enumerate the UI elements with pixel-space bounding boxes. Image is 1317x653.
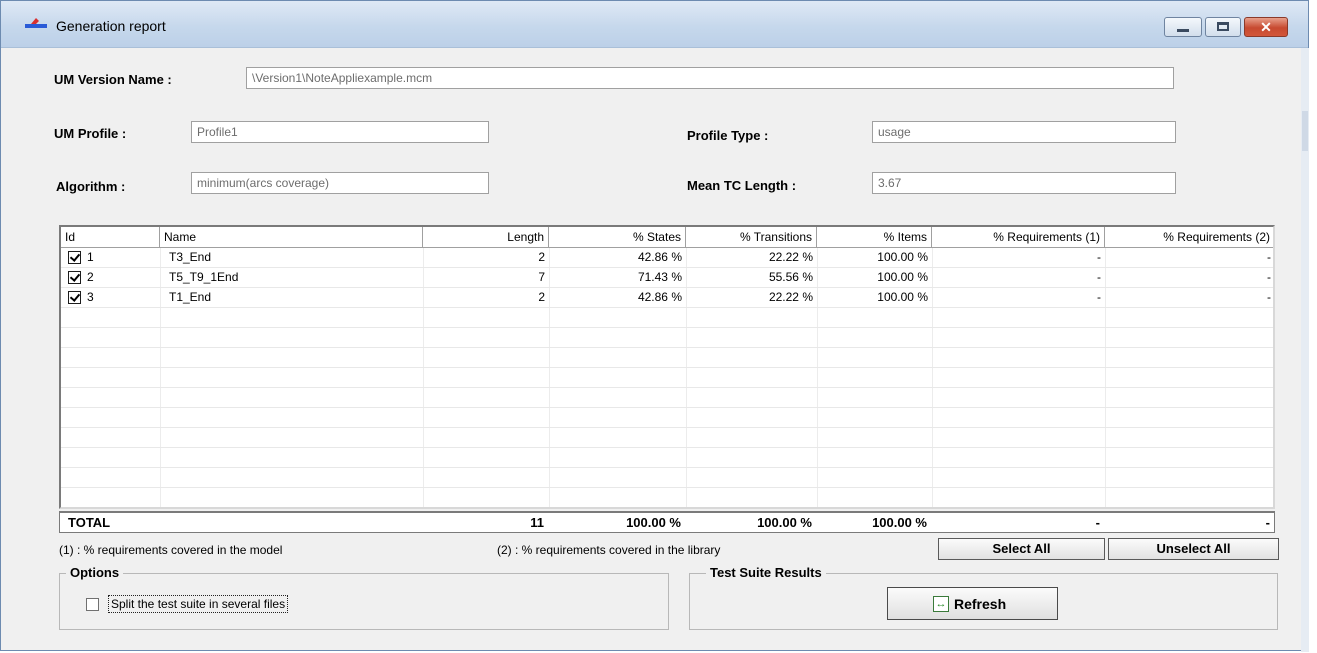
test-suite-results-title: Test Suite Results bbox=[706, 565, 826, 580]
cell-req2: - bbox=[1267, 290, 1271, 304]
empty-row bbox=[61, 308, 1273, 328]
mean-tc-length-label: Mean TC Length : bbox=[687, 178, 797, 193]
column-header-requirements-2[interactable]: % Requirements (2) bbox=[1105, 227, 1273, 248]
close-icon: ✕ bbox=[1260, 19, 1272, 35]
total-states: 100.00 % bbox=[626, 515, 681, 530]
total-transitions: 100.00 % bbox=[757, 515, 812, 530]
total-row: TOTAL 11 100.00 % 100.00 % 100.00 % - - bbox=[59, 511, 1275, 533]
test-cases-grid[interactable]: Id Name Length % States % Transitions % … bbox=[59, 225, 1275, 509]
cell-name: T5_T9_1End bbox=[169, 270, 239, 284]
cell-states: 42.86 % bbox=[637, 250, 682, 264]
maximize-button[interactable] bbox=[1205, 17, 1241, 37]
um-profile-field[interactable]: Profile1 bbox=[191, 121, 489, 143]
window-title: Generation report bbox=[56, 18, 166, 34]
total-items: 100.00 % bbox=[872, 515, 927, 530]
cell-transitions: 22.22 % bbox=[768, 290, 813, 304]
total-label: TOTAL bbox=[68, 515, 111, 530]
select-all-button[interactable]: Select All bbox=[938, 538, 1105, 560]
profile-type-field[interactable]: usage bbox=[872, 121, 1176, 143]
row-checkbox[interactable] bbox=[68, 271, 81, 284]
empty-row bbox=[61, 328, 1273, 348]
refresh-button[interactable]: ↔ Refresh bbox=[887, 587, 1058, 620]
table-row[interactable]: 1 T3_End 2 42.86 % 22.22 % 100.00 % - - bbox=[61, 248, 1273, 268]
column-header-name[interactable]: Name bbox=[160, 227, 423, 248]
cell-name: T3_End bbox=[169, 250, 212, 264]
generation-report-window: Generation report ✕ UM Version Name : \V… bbox=[0, 0, 1309, 652]
mean-tc-length-field[interactable]: 3.67 bbox=[872, 172, 1176, 194]
unselect-all-button[interactable]: Unselect All bbox=[1108, 538, 1279, 560]
empty-row bbox=[61, 368, 1273, 388]
column-header-states[interactable]: % States bbox=[549, 227, 686, 248]
cell-req2: - bbox=[1267, 250, 1271, 264]
refresh-label: Refresh bbox=[954, 596, 1007, 612]
empty-row bbox=[61, 448, 1273, 468]
cell-id: 1 bbox=[87, 250, 94, 264]
refresh-icon: ↔ bbox=[933, 596, 949, 612]
cell-id: 3 bbox=[87, 290, 94, 304]
cell-length: 2 bbox=[538, 250, 545, 264]
um-version-label: UM Version Name : bbox=[54, 72, 172, 87]
column-header-length[interactable]: Length bbox=[423, 227, 549, 248]
empty-row bbox=[61, 388, 1273, 408]
column-header-requirements-1[interactable]: % Requirements (1) bbox=[932, 227, 1105, 248]
empty-row bbox=[61, 348, 1273, 368]
req1-legend: (1) : % requirements covered in the mode… bbox=[59, 543, 283, 557]
algorithm-field[interactable]: minimum(arcs coverage) bbox=[191, 172, 489, 194]
cell-id: 2 bbox=[87, 270, 94, 284]
maximize-icon bbox=[1217, 22, 1229, 31]
empty-row bbox=[61, 428, 1273, 448]
cell-items: 100.00 % bbox=[877, 270, 928, 284]
minimize-icon bbox=[1177, 29, 1189, 32]
cell-req1: - bbox=[1097, 270, 1101, 284]
um-version-field[interactable]: \Version1\NoteAppliexample.mcm bbox=[246, 67, 1174, 89]
close-button[interactable]: ✕ bbox=[1244, 17, 1288, 37]
cell-items: 100.00 % bbox=[877, 250, 928, 264]
title-bar: Generation report ✕ bbox=[1, 1, 1308, 48]
cell-transitions: 22.22 % bbox=[768, 250, 813, 264]
column-header-id[interactable]: Id bbox=[61, 227, 160, 248]
cell-length: 2 bbox=[538, 290, 545, 304]
cell-states: 71.43 % bbox=[637, 270, 682, 284]
split-checkbox[interactable] bbox=[86, 598, 99, 611]
app-icon bbox=[25, 18, 47, 28]
cell-req1: - bbox=[1097, 290, 1101, 304]
window-border-thumb bbox=[1302, 111, 1308, 151]
column-header-transitions[interactable]: % Transitions bbox=[686, 227, 817, 248]
table-row[interactable]: 2 T5_T9_1End 7 71.43 % 55.56 % 100.00 % … bbox=[61, 268, 1273, 288]
options-title: Options bbox=[66, 565, 124, 580]
total-req2: - bbox=[1265, 515, 1270, 530]
cell-states: 42.86 % bbox=[637, 290, 682, 304]
cell-items: 100.00 % bbox=[877, 290, 928, 304]
profile-type-label: Profile Type : bbox=[687, 128, 769, 143]
algorithm-label: Algorithm : bbox=[56, 179, 126, 194]
empty-row bbox=[61, 488, 1273, 507]
row-checkbox[interactable] bbox=[68, 291, 81, 304]
empty-row bbox=[61, 468, 1273, 488]
minimize-button[interactable] bbox=[1164, 17, 1202, 37]
um-profile-label: UM Profile : bbox=[54, 126, 127, 141]
row-checkbox[interactable] bbox=[68, 251, 81, 264]
cell-req1: - bbox=[1097, 250, 1101, 264]
cell-name: T1_End bbox=[169, 290, 212, 304]
cell-length: 7 bbox=[538, 270, 545, 284]
column-header-items[interactable]: % Items bbox=[817, 227, 932, 248]
table-row[interactable]: 3 T1_End 2 42.86 % 22.22 % 100.00 % - - bbox=[61, 288, 1273, 308]
empty-row bbox=[61, 408, 1273, 428]
cell-transitions: 55.56 % bbox=[768, 270, 813, 284]
split-label[interactable]: Split the test suite in several files bbox=[108, 595, 289, 613]
req2-legend: (2) : % requirements covered in the libr… bbox=[497, 543, 721, 557]
cell-req2: - bbox=[1267, 270, 1271, 284]
total-req1: - bbox=[1095, 515, 1100, 530]
total-length: 11 bbox=[530, 515, 544, 530]
